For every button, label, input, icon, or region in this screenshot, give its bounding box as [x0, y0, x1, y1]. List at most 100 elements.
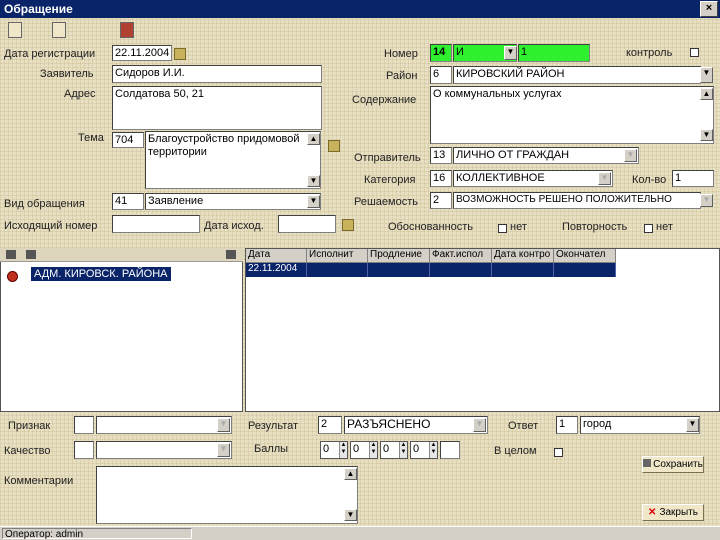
score-3-value: 0: [383, 443, 390, 455]
decision-code-field[interactable]: 2: [430, 192, 452, 209]
appeal-window: Обращение × Дата регистрации 22.11.2004 …: [0, 0, 720, 540]
col-header[interactable]: Дата: [246, 249, 307, 263]
col-header[interactable]: Окончател: [554, 249, 616, 263]
sign-code-field[interactable]: [74, 416, 94, 434]
comments-field[interactable]: [96, 466, 358, 524]
score-total-field: [440, 441, 460, 459]
col-header[interactable]: Факт.испол: [430, 249, 492, 263]
score-4-value: 0: [413, 443, 420, 455]
col-header[interactable]: Дата контро: [492, 249, 554, 263]
quality-field[interactable]: [96, 441, 232, 459]
district-dropdown[interactable]: ▼: [700, 67, 713, 83]
answer-code-field[interactable]: 1: [556, 416, 578, 434]
spin-arrows-icon[interactable]: ▲ ▼: [399, 442, 407, 458]
new-icon[interactable]: [8, 22, 22, 38]
outgoing-num-field[interactable]: [112, 215, 200, 233]
close-window-button[interactable]: ×: [700, 1, 718, 17]
topic-field[interactable]: Благоустройство придомовой территории: [145, 131, 321, 189]
date-reg-field[interactable]: 22.11.2004: [112, 45, 172, 61]
content-label: Содержание: [352, 94, 417, 106]
table-cell[interactable]: [430, 263, 492, 277]
spin-arrows-icon[interactable]: ▲ ▼: [339, 442, 347, 458]
topic-picker-icon[interactable]: [328, 140, 340, 152]
applicant-field[interactable]: Сидоров И.И.: [112, 65, 322, 83]
category-field[interactable]: КОЛЛЕКТИВНОЕ: [453, 170, 613, 187]
outgoing-date-field[interactable]: [278, 215, 336, 233]
quality-dropdown[interactable]: ▼: [217, 443, 230, 457]
window-title: Обращение: [4, 2, 73, 16]
col-header[interactable]: Продление: [368, 249, 430, 263]
delete-node-icon[interactable]: [226, 250, 236, 259]
table-cell[interactable]: [492, 263, 554, 277]
result-dropdown[interactable]: ▼: [473, 418, 486, 432]
repeat-no-label: нет: [656, 221, 673, 233]
control-checkbox[interactable]: [690, 48, 699, 57]
sender-dropdown[interactable]: ▼: [624, 149, 637, 162]
result-field[interactable]: РАЗЪЯСНЕНО: [344, 416, 488, 434]
topic-scroll-up[interactable]: ▲: [307, 133, 320, 145]
table-cell[interactable]: [307, 263, 368, 277]
answer-dropdown[interactable]: ▼: [686, 418, 699, 432]
sign-dropdown[interactable]: ▼: [217, 418, 230, 432]
executors-tree[interactable]: АДМ. КИРОВСК. РАЙОНА: [0, 248, 243, 412]
spin-arrows-icon[interactable]: ▲ ▼: [429, 442, 437, 458]
score-2-stepper[interactable]: 0 ▲ ▼: [350, 441, 378, 459]
outgoing-calendar-icon[interactable]: [342, 219, 354, 231]
score-3-stepper[interactable]: 0 ▲ ▼: [380, 441, 408, 459]
sender-code-field[interactable]: 13: [430, 147, 452, 164]
status-bar: Оператор: admin: [0, 526, 720, 540]
table-cell[interactable]: 22.11.2004: [246, 263, 307, 277]
score-4-stepper[interactable]: 0 ▲ ▼: [410, 441, 438, 459]
repeat-checkbox[interactable]: [644, 224, 653, 233]
category-dropdown[interactable]: ▼: [598, 172, 611, 185]
appeal-type-dropdown[interactable]: ▼: [307, 195, 320, 208]
comments-scroll-up[interactable]: ▲: [344, 468, 357, 480]
book-icon[interactable]: [120, 22, 134, 38]
result-code-field[interactable]: 2: [318, 416, 342, 434]
edit-node-icon[interactable]: [26, 250, 36, 259]
edit-icon[interactable]: [52, 22, 66, 38]
comments-scroll-down[interactable]: ▼: [344, 509, 357, 521]
col-header[interactable]: Исполнит: [307, 249, 368, 263]
decision-dropdown[interactable]: ▼: [700, 194, 713, 207]
number-prefix-field[interactable]: 14: [430, 44, 452, 62]
count-label: Кол-во: [632, 174, 667, 186]
answer-field[interactable]: город: [580, 416, 700, 434]
comments-label: Комментарии: [4, 475, 74, 487]
content-scroll-up[interactable]: ▲: [700, 88, 713, 100]
district-field[interactable]: КИРОВСКИЙ РАЙОН: [453, 66, 701, 84]
category-code-field[interactable]: 16: [430, 170, 452, 187]
topic-scroll-down[interactable]: ▼: [307, 175, 320, 187]
number-letter-dropdown[interactable]: ▼: [504, 46, 517, 60]
save-button[interactable]: Сохранить: [642, 456, 704, 473]
score-1-stepper[interactable]: 0 ▲ ▼: [320, 441, 348, 459]
score-1-value: 0: [323, 443, 330, 455]
tree-item[interactable]: АДМ. КИРОВСК. РАЙОНА: [31, 267, 171, 281]
number-field[interactable]: 1: [518, 44, 590, 62]
decision-field[interactable]: ВОЗМОЖНОСТЬ РЕШЕНО ПОЛОЖИТЕЛЬНО: [453, 192, 701, 209]
calendar-icon[interactable]: [174, 48, 186, 60]
sign-field[interactable]: [96, 416, 232, 434]
validity-checkbox[interactable]: [498, 224, 507, 233]
district-code-field[interactable]: 6: [430, 66, 452, 84]
sender-label: Отправитель: [354, 152, 421, 164]
table-cell[interactable]: [554, 263, 616, 277]
address-field[interactable]: Солдатова 50, 21: [112, 86, 322, 130]
count-field[interactable]: 1: [672, 170, 714, 187]
spin-arrows-icon[interactable]: ▲ ▼: [369, 442, 377, 458]
add-node-icon[interactable]: [6, 250, 16, 259]
execution-grid[interactable]: Дата Исполнит Продление Факт.испол Дата …: [245, 248, 720, 412]
repeat-label: Повторность: [562, 221, 628, 233]
appeal-type-code-field[interactable]: 41: [112, 193, 144, 210]
district-label: Район: [386, 70, 418, 82]
topic-label: Тема: [78, 132, 104, 144]
sender-field[interactable]: ЛИЧНО ОТ ГРАЖДАН: [453, 147, 639, 164]
quality-code-field[interactable]: [74, 441, 94, 459]
table-cell[interactable]: [368, 263, 430, 277]
close-button[interactable]: ✕ Закрыть: [642, 504, 704, 521]
topic-code-field[interactable]: 704: [112, 132, 144, 148]
content-scroll-down[interactable]: ▼: [700, 129, 713, 141]
in-work-checkbox[interactable]: [554, 448, 563, 457]
content-field[interactable]: О коммунальных услугах: [430, 86, 714, 144]
appeal-type-field[interactable]: Заявление: [145, 193, 321, 210]
